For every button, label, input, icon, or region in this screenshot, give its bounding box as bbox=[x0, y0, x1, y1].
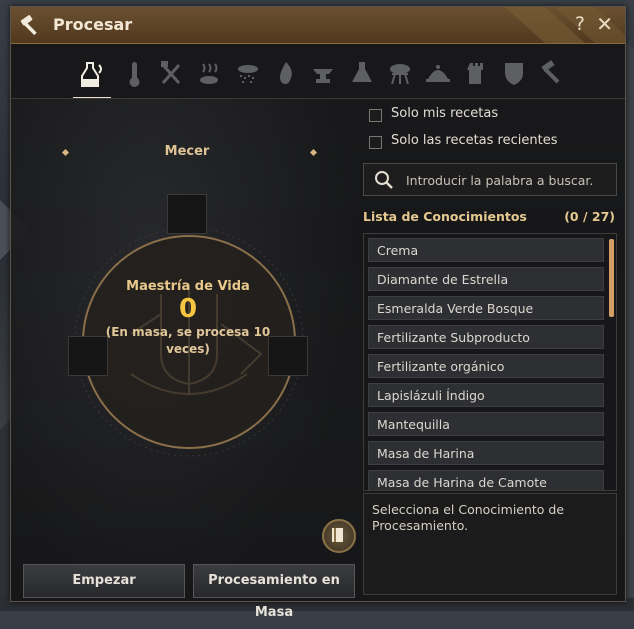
mastery-display: Maestría de Vida 0 (En masa, se procesa … bbox=[83, 279, 293, 358]
list-item[interactable]: Crema bbox=[368, 238, 604, 262]
tab-cooking[interactable] bbox=[419, 53, 457, 97]
tab-alchemy[interactable] bbox=[343, 53, 381, 97]
list-item[interactable]: Lapislázuli Índigo bbox=[368, 383, 604, 407]
list-item[interactable]: Esmeralda Verde Bosque bbox=[368, 296, 604, 320]
processing-window: Procesar ? ✕ Mecer Maestría de Vida 0 (E… bbox=[10, 6, 626, 620]
close-button[interactable]: ✕ bbox=[596, 12, 613, 36]
thermometer-icon bbox=[129, 62, 140, 87]
processing-panel: Mecer Maestría de Vida 0 (En masa, se pr… bbox=[11, 99, 363, 620]
grill-icon bbox=[390, 64, 410, 85]
tab-tower[interactable] bbox=[457, 53, 495, 97]
title-bar[interactable]: Procesar ? ✕ bbox=[11, 7, 625, 44]
list-item[interactable]: Diamante de Estrella bbox=[368, 267, 604, 291]
mass-process-note: (En masa, se procesa 10 veces) bbox=[105, 325, 271, 356]
material-slot-top[interactable] bbox=[167, 194, 207, 234]
tab-forge[interactable] bbox=[305, 53, 343, 97]
flask-icon bbox=[352, 62, 372, 82]
knowledge-count: (0 / 27) bbox=[564, 209, 615, 224]
list-item[interactable]: Masa de Harina de Camote bbox=[368, 470, 604, 490]
start-button[interactable]: Empezar bbox=[23, 564, 185, 598]
mass-process-button[interactable]: Procesamiento en Masa bbox=[193, 564, 355, 620]
tab-shake[interactable] bbox=[73, 53, 111, 99]
axes-icon bbox=[161, 61, 181, 84]
knowledge-list: Crema Diamante de Estrella Esmeralda Ver… bbox=[363, 233, 617, 491]
tab-hammer[interactable] bbox=[533, 53, 571, 97]
shield-crest-icon bbox=[505, 63, 523, 85]
mastery-label: Maestría de Vida bbox=[126, 279, 250, 294]
list-item[interactable]: Fertilizante orgánico bbox=[368, 354, 604, 378]
search-input[interactable] bbox=[404, 168, 613, 192]
checkbox-box[interactable] bbox=[369, 136, 382, 149]
tab-chop[interactable] bbox=[153, 53, 191, 97]
hammer-icon bbox=[20, 15, 37, 36]
list-item[interactable]: Masa de Harina bbox=[368, 441, 604, 465]
search-box[interactable] bbox=[363, 163, 617, 196]
checkbox-box[interactable] bbox=[369, 109, 382, 122]
sieve-icon bbox=[238, 65, 258, 83]
mastery-value: 0 bbox=[178, 294, 198, 324]
shake-bottle-icon bbox=[81, 62, 102, 87]
search-icon bbox=[375, 171, 393, 189]
tower-icon bbox=[467, 63, 483, 84]
anvil-icon bbox=[313, 69, 333, 83]
tab-dry[interactable] bbox=[191, 53, 229, 97]
tab-grill[interactable] bbox=[381, 53, 419, 97]
book-icon bbox=[332, 528, 343, 542]
tab-firewood[interactable] bbox=[267, 53, 305, 97]
tab-heat[interactable] bbox=[115, 53, 153, 97]
fire-icon bbox=[280, 62, 292, 84]
knowledge-list-header: Lista de Conocimientos (0 / 27) bbox=[363, 209, 615, 224]
fish-drying-icon bbox=[200, 63, 218, 84]
help-button[interactable]: ? bbox=[575, 13, 585, 35]
window-title: Procesar bbox=[53, 15, 133, 34]
description-text: Selecciona el Conocimiento de Procesamie… bbox=[372, 502, 565, 533]
description-box: Selecciona el Conocimiento de Procesamie… bbox=[363, 493, 617, 595]
checkbox-label: Solo las recetas recientes bbox=[391, 133, 558, 148]
tab-crest[interactable] bbox=[495, 53, 533, 97]
serving-cloche-icon bbox=[426, 65, 450, 82]
list-scrollbar[interactable] bbox=[609, 239, 614, 317]
knowledge-list-title: Lista de Conocimientos bbox=[363, 209, 527, 224]
checkbox-label: Solo mis recetas bbox=[391, 106, 499, 121]
list-item[interactable]: Mantequilla bbox=[368, 412, 604, 436]
hammer-icon bbox=[541, 60, 560, 84]
guide-book-button[interactable] bbox=[322, 519, 356, 553]
tab-filter[interactable] bbox=[229, 53, 267, 97]
list-item[interactable]: Fertilizante Subproducto bbox=[368, 325, 604, 349]
